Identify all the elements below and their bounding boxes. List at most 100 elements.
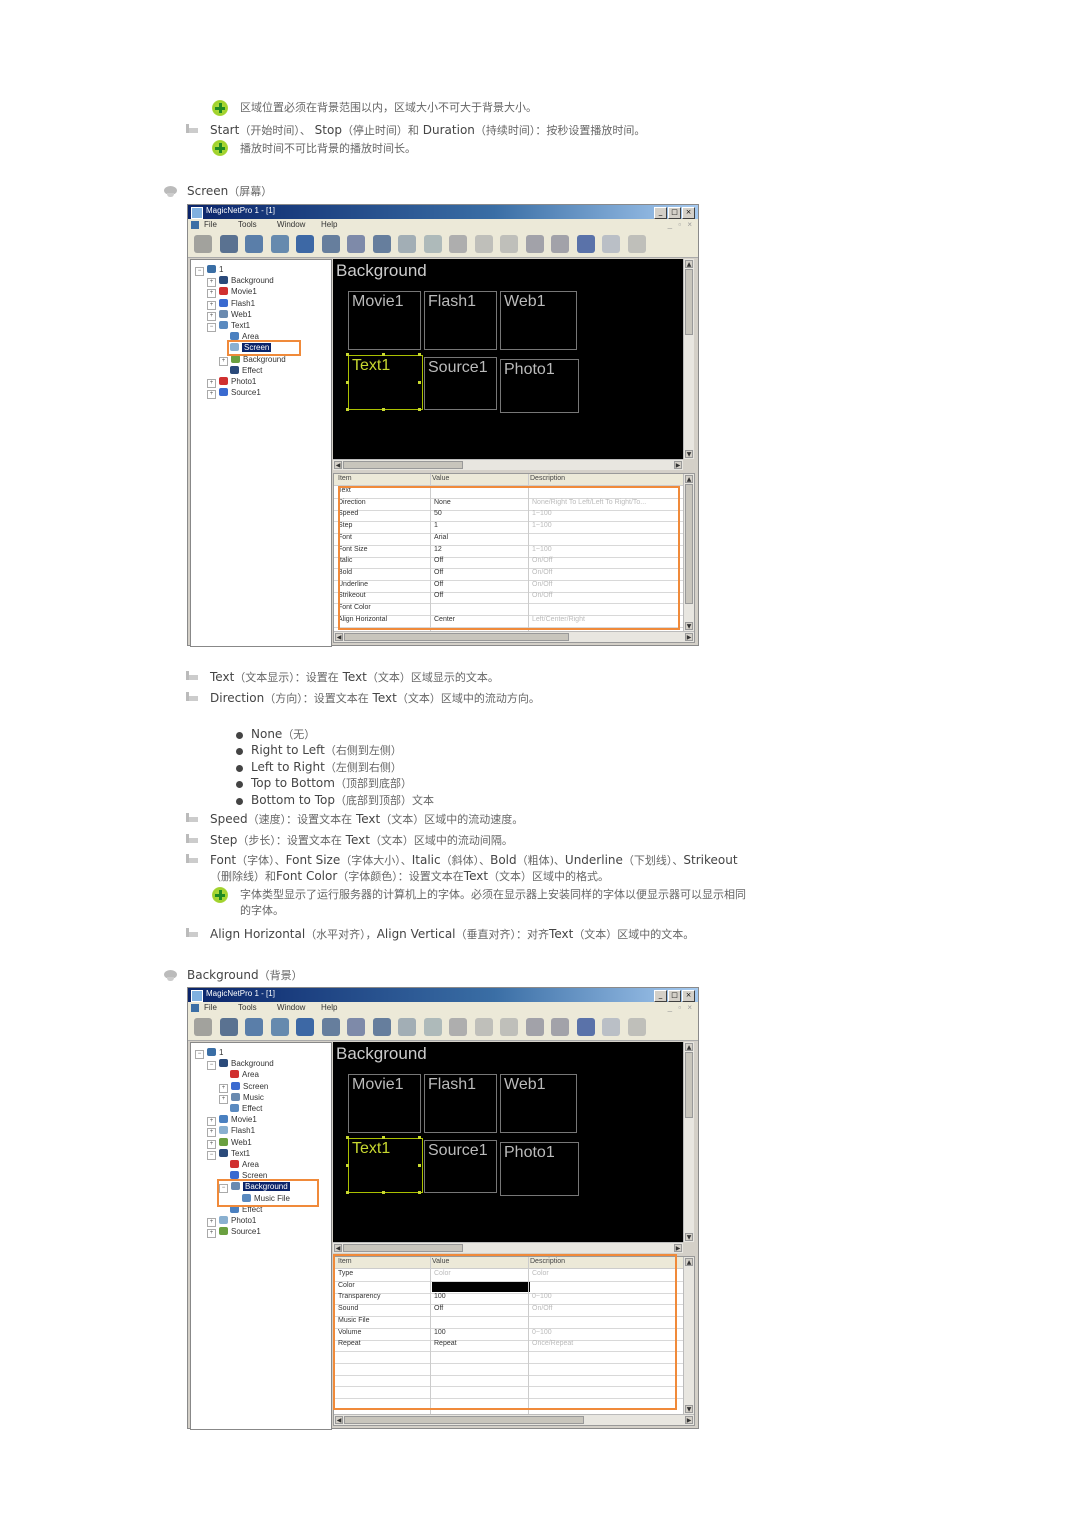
info-icon[interactable] — [627, 235, 646, 253]
column-header-description[interactable]: Description — [530, 475, 565, 482]
tree-node[interactable]: + Background — [207, 275, 274, 288]
resize-handle[interactable] — [418, 380, 421, 384]
scroll-right-arrow[interactable]: ▶ — [685, 633, 693, 641]
canvas-region-movie1[interactable]: Movie1 — [348, 291, 421, 350]
menu-tools[interactable]: Tools — [238, 220, 257, 229]
text-format2-icon[interactable] — [551, 235, 569, 253]
tree-node[interactable]: + Photo1 — [207, 1215, 256, 1227]
page-icon[interactable] — [474, 235, 493, 253]
tree-node[interactable]: + Web1 — [207, 309, 252, 321]
tree-node[interactable]: − Background — [207, 1058, 274, 1071]
menu-help[interactable]: Help — [321, 220, 337, 229]
text-icon[interactable] — [296, 1018, 314, 1036]
resize-handle[interactable] — [346, 380, 349, 384]
undo-icon[interactable] — [576, 235, 595, 253]
canvas-vscroll[interactable]: ▲ ▼ — [683, 259, 694, 459]
scroll-down-arrow[interactable]: ▼ — [685, 450, 693, 458]
monitor-icon[interactable] — [219, 1018, 238, 1036]
text-format2-icon[interactable] — [551, 1018, 569, 1036]
resize-handle[interactable] — [418, 1136, 421, 1139]
canvas-region-web1[interactable]: Web1 — [500, 1074, 577, 1133]
scroll-thumb[interactable] — [344, 1416, 584, 1424]
canvas-region-text1[interactable]: Text1 — [348, 1138, 423, 1193]
column-header-value[interactable]: Value — [432, 475, 449, 482]
monitor-icon[interactable] — [219, 235, 238, 253]
scroll-left-arrow[interactable]: ◀ — [335, 633, 343, 641]
resize-handle[interactable] — [346, 1191, 349, 1194]
scroll-left-arrow[interactable]: ◀ — [334, 1244, 342, 1252]
tree-node[interactable]: + Source1 — [207, 387, 261, 400]
resize-handle[interactable] — [418, 353, 421, 356]
resize-handle[interactable] — [382, 408, 385, 411]
clock-icon[interactable] — [500, 235, 518, 253]
text-icon[interactable] — [296, 235, 314, 253]
scroll-down-arrow[interactable]: ▼ — [685, 622, 693, 630]
layout-icon[interactable] — [398, 235, 416, 253]
mdi-controls[interactable]: _ ▫ × — [668, 1003, 694, 1012]
resize-handle[interactable] — [418, 1191, 421, 1194]
scroll-down-arrow[interactable]: ▼ — [685, 1233, 693, 1241]
expand-toggle[interactable]: − — [207, 323, 216, 332]
scroll-up-arrow[interactable]: ▲ — [685, 260, 693, 268]
delete-icon[interactable] — [194, 1018, 212, 1036]
undo-icon[interactable] — [576, 1018, 595, 1036]
scroll-up-arrow[interactable]: ▲ — [685, 1258, 693, 1266]
canvas-region-text1[interactable]: Text1 — [348, 355, 423, 410]
redo-icon[interactable] — [602, 235, 620, 253]
info-icon[interactable] — [627, 1018, 646, 1036]
web-icon[interactable] — [270, 235, 289, 253]
scroll-thumb[interactable] — [344, 633, 569, 641]
tree-node[interactable]: −1 — [195, 264, 223, 276]
tree-node[interactable]: − Text1 — [207, 1148, 250, 1160]
close-button[interactable]: × — [682, 990, 695, 1002]
text-format-icon[interactable] — [525, 1018, 544, 1036]
resize-handle[interactable] — [418, 1163, 421, 1167]
canvas-hscroll[interactable]: ◀ ▶ — [333, 459, 683, 470]
delete-icon[interactable] — [194, 235, 212, 253]
scroll-right-arrow[interactable]: ▶ — [674, 1244, 682, 1252]
column-header-item[interactable]: Item — [338, 475, 352, 482]
text-format-icon[interactable] — [525, 235, 544, 253]
canvas-region-source1[interactable]: Source1 — [424, 357, 497, 410]
expand-toggle[interactable]: − — [207, 1061, 216, 1071]
save-icon[interactable] — [347, 235, 365, 253]
minimize-button[interactable]: _ — [654, 207, 667, 219]
canvas-region-flash1[interactable]: Flash1 — [424, 1074, 497, 1133]
scroll-right-arrow[interactable]: ▶ — [685, 1416, 693, 1424]
grid-hscroll[interactable]: ◀ ▶ — [334, 631, 694, 642]
save-icon[interactable] — [347, 1018, 365, 1036]
tree-node[interactable]: −1 — [195, 1047, 223, 1059]
tree-node[interactable]: + Photo1 — [207, 376, 256, 388]
tree-node[interactable]: + Movie1 — [207, 286, 257, 299]
grid-vscroll[interactable]: ▲ ▼ — [683, 1257, 694, 1425]
page-icon[interactable] — [474, 1018, 493, 1036]
tree-node[interactable]: + Flash1 — [207, 298, 255, 310]
flash-icon[interactable] — [245, 1018, 263, 1036]
resize-handle[interactable] — [382, 353, 385, 356]
tree-node[interactable]: + Screen — [219, 1081, 268, 1093]
grid-hscroll[interactable]: ◀ ▶ — [334, 1414, 694, 1425]
scroll-thumb[interactable] — [685, 484, 693, 604]
canvas-region-photo1[interactable]: Photo1 — [500, 359, 579, 413]
web-icon[interactable] — [270, 1018, 289, 1036]
mdi-controls[interactable]: _ ▫ × — [668, 220, 694, 229]
resize-handle[interactable] — [346, 1163, 349, 1167]
expand-toggle[interactable]: − — [195, 267, 204, 276]
canvas-region-web1[interactable]: Web1 — [500, 291, 577, 350]
tree-node[interactable]: + Music — [219, 1092, 264, 1104]
canvas-region-source1[interactable]: Source1 — [424, 1140, 497, 1193]
expand-toggle[interactable]: + — [207, 390, 216, 400]
canvas-region-flash1[interactable]: Flash1 — [424, 291, 497, 350]
expand-toggle[interactable]: + — [207, 1229, 216, 1239]
tree-node[interactable]: Effect — [219, 365, 262, 376]
maximize-button[interactable]: □ — [668, 990, 681, 1002]
edit-icon[interactable] — [449, 235, 467, 253]
expand-toggle[interactable]: − — [207, 1150, 216, 1160]
flash-icon[interactable] — [245, 235, 263, 253]
menu-window[interactable]: Window — [277, 220, 305, 229]
open-folder-icon[interactable] — [321, 235, 340, 253]
resize-handle[interactable] — [382, 1191, 385, 1194]
scroll-right-arrow[interactable]: ▶ — [674, 461, 682, 469]
scroll-thumb[interactable] — [343, 1244, 463, 1252]
resize-handle[interactable] — [346, 408, 349, 411]
